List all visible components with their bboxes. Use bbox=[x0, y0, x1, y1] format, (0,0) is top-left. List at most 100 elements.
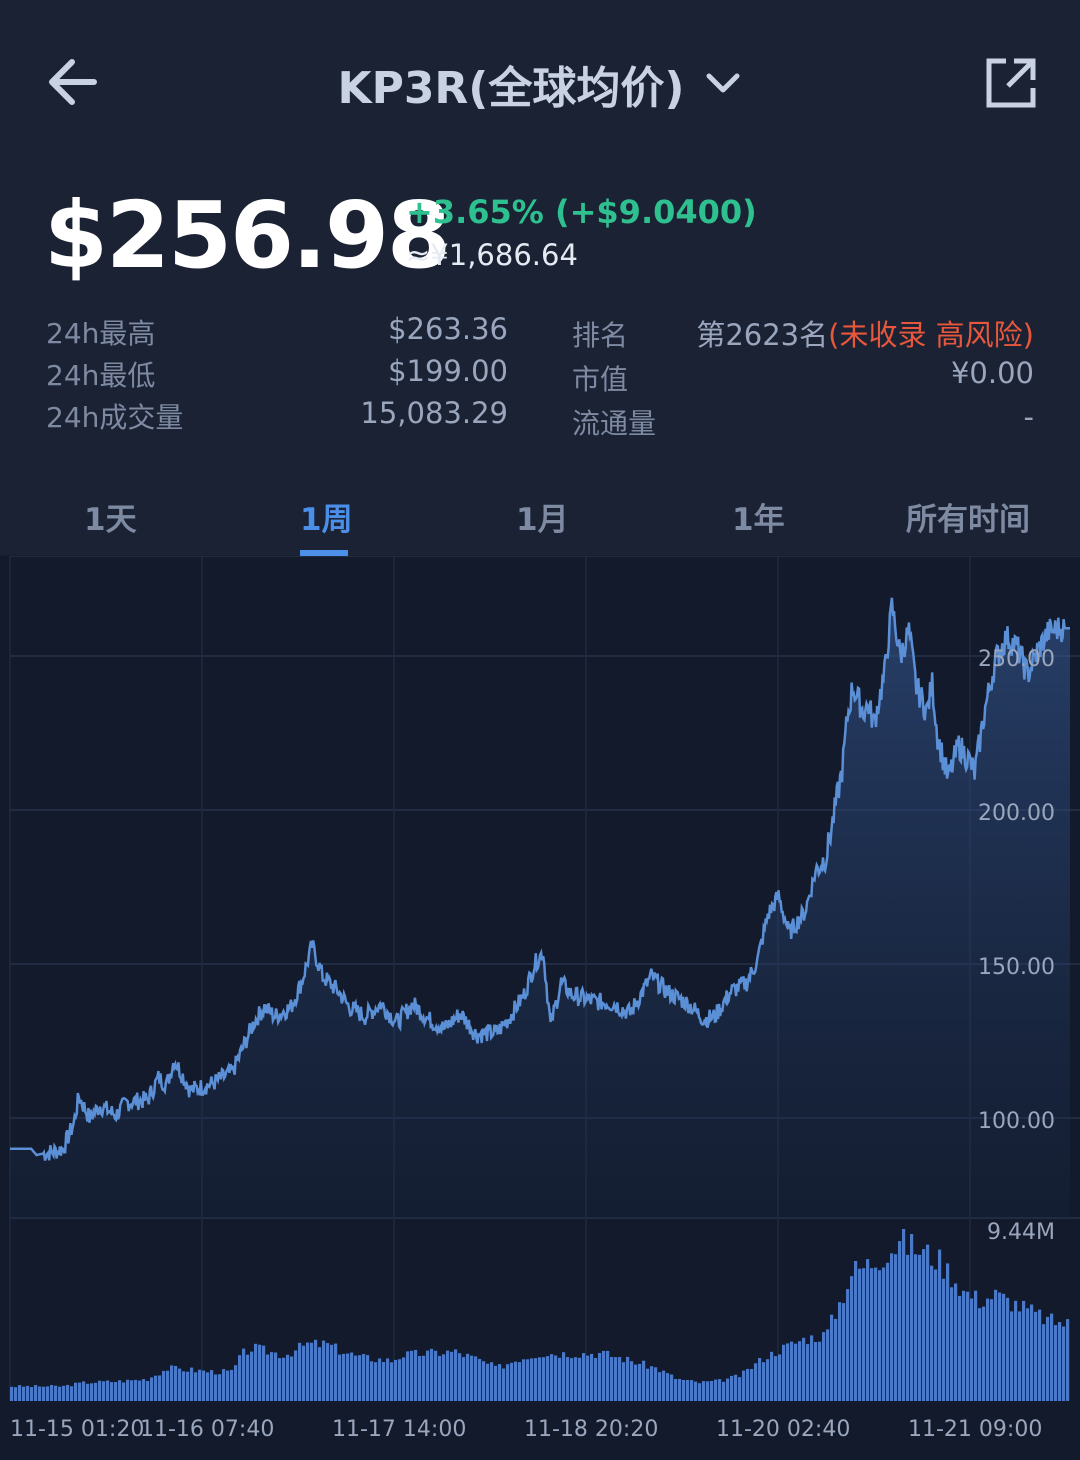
volume-bar bbox=[386, 1358, 390, 1401]
volume-bar bbox=[390, 1362, 394, 1401]
volume-bar bbox=[158, 1375, 162, 1401]
stat-high-label: 24h最高 bbox=[46, 317, 156, 350]
stat-mcap-label: 市值 bbox=[572, 363, 629, 396]
volume-bar bbox=[754, 1363, 758, 1401]
volume-bar bbox=[518, 1362, 522, 1401]
volume-bar bbox=[926, 1244, 930, 1401]
volume-bar bbox=[898, 1241, 902, 1401]
volume-bar bbox=[230, 1369, 234, 1401]
volume-bar bbox=[794, 1343, 798, 1401]
volume-bar bbox=[674, 1379, 678, 1401]
volume-bar bbox=[366, 1355, 370, 1401]
volume-bar bbox=[1034, 1311, 1038, 1401]
volume-bar bbox=[874, 1267, 878, 1401]
volume-bar bbox=[626, 1356, 630, 1401]
volume-bar bbox=[830, 1314, 834, 1401]
volume-bar bbox=[1010, 1311, 1014, 1401]
volume-bar bbox=[822, 1332, 826, 1401]
volume-bar bbox=[506, 1364, 510, 1401]
volume-bar bbox=[958, 1295, 962, 1401]
volume-bar bbox=[166, 1370, 170, 1401]
volume-bar bbox=[330, 1344, 334, 1401]
volume-bar bbox=[350, 1352, 354, 1401]
volume-bar bbox=[790, 1341, 794, 1401]
volume-bar bbox=[126, 1379, 130, 1401]
volume-bar bbox=[22, 1386, 26, 1401]
tab-all[interactable]: 所有时间 bbox=[906, 494, 1030, 539]
volume-bar bbox=[930, 1265, 934, 1401]
tab-1d[interactable]: 1天 bbox=[84, 494, 137, 539]
volume-bar bbox=[862, 1268, 866, 1401]
volume-bar bbox=[178, 1368, 182, 1401]
volume-bar bbox=[686, 1380, 690, 1401]
volume-bar bbox=[86, 1383, 90, 1401]
volume-bar bbox=[258, 1344, 262, 1401]
volume-bar bbox=[774, 1356, 778, 1401]
volume-bar bbox=[1018, 1311, 1022, 1401]
volume-bar bbox=[890, 1253, 894, 1401]
stat-rank-label: 排名 bbox=[572, 319, 629, 352]
volume-bar bbox=[734, 1374, 738, 1401]
volume-bar bbox=[266, 1354, 270, 1401]
volume-bar bbox=[614, 1357, 618, 1401]
price-area bbox=[10, 597, 1070, 1218]
volume-bar bbox=[98, 1380, 102, 1401]
volume-bar bbox=[970, 1298, 974, 1401]
volume-bar bbox=[662, 1370, 666, 1401]
volume-bar bbox=[710, 1381, 714, 1401]
volume-bar bbox=[706, 1381, 710, 1401]
volume-bar bbox=[654, 1367, 658, 1401]
price-chart[interactable]: 250.00 200.00 150.00 100.00 9.44M 11-15 01:20… bbox=[0, 556, 1080, 1460]
title-selector[interactable]: KP3R(全球均价) bbox=[0, 52, 1080, 116]
share-button[interactable] bbox=[984, 56, 1038, 110]
volume-bar bbox=[974, 1290, 978, 1401]
volume-bar bbox=[290, 1356, 294, 1401]
volume-bar bbox=[294, 1350, 298, 1401]
volume-bar bbox=[342, 1353, 346, 1401]
volume-bar bbox=[882, 1267, 886, 1401]
volume-bar bbox=[726, 1378, 730, 1401]
price-chart-svg: 250.00 200.00 150.00 100.00 9.44M 11-15 01:20… bbox=[9, 556, 1080, 1442]
volume-bar bbox=[314, 1339, 318, 1401]
header: KP3R(全球均价) bbox=[0, 0, 1080, 165]
volume-bar bbox=[762, 1362, 766, 1401]
tab-1m[interactable]: 1月 bbox=[516, 494, 569, 539]
volume-bar bbox=[722, 1381, 726, 1401]
volume-bar bbox=[870, 1268, 874, 1401]
volume-bar bbox=[966, 1291, 970, 1401]
volume-bar bbox=[578, 1357, 582, 1401]
volume-bar bbox=[270, 1352, 274, 1401]
volume-bar bbox=[426, 1350, 430, 1401]
volume-bar bbox=[622, 1362, 626, 1401]
volume-bar bbox=[818, 1341, 822, 1401]
volume-bar bbox=[282, 1357, 286, 1401]
volume-bar bbox=[714, 1379, 718, 1401]
tab-1w[interactable]: 1周 bbox=[300, 494, 353, 539]
volume-bar bbox=[134, 1379, 138, 1401]
volume-bar bbox=[382, 1362, 386, 1401]
volume-bar bbox=[102, 1381, 106, 1401]
volume-bar bbox=[698, 1383, 702, 1401]
volume-bar bbox=[846, 1289, 850, 1401]
volume-bar bbox=[490, 1362, 494, 1401]
volume-bar bbox=[934, 1269, 938, 1401]
tab-1y[interactable]: 1年 bbox=[732, 494, 785, 539]
y-tick-label: 250.00 bbox=[978, 647, 1055, 672]
volume-bar bbox=[986, 1298, 990, 1401]
volume-bar bbox=[858, 1268, 862, 1401]
volume-bar bbox=[242, 1348, 246, 1401]
volume-bar bbox=[1006, 1297, 1010, 1401]
volume-bar bbox=[842, 1303, 846, 1401]
volume-bar bbox=[574, 1357, 578, 1401]
volume-bar bbox=[1042, 1324, 1046, 1401]
volume-bar bbox=[690, 1380, 694, 1401]
volume-bar bbox=[458, 1353, 462, 1401]
volume-bar bbox=[630, 1361, 634, 1401]
volume-bar bbox=[894, 1254, 898, 1401]
volume-bar bbox=[802, 1337, 806, 1401]
volume-bar bbox=[850, 1276, 854, 1401]
volume-bar bbox=[246, 1354, 250, 1401]
volume-bar bbox=[990, 1299, 994, 1401]
volume-bar bbox=[998, 1292, 1002, 1401]
volume-bar bbox=[430, 1348, 434, 1401]
